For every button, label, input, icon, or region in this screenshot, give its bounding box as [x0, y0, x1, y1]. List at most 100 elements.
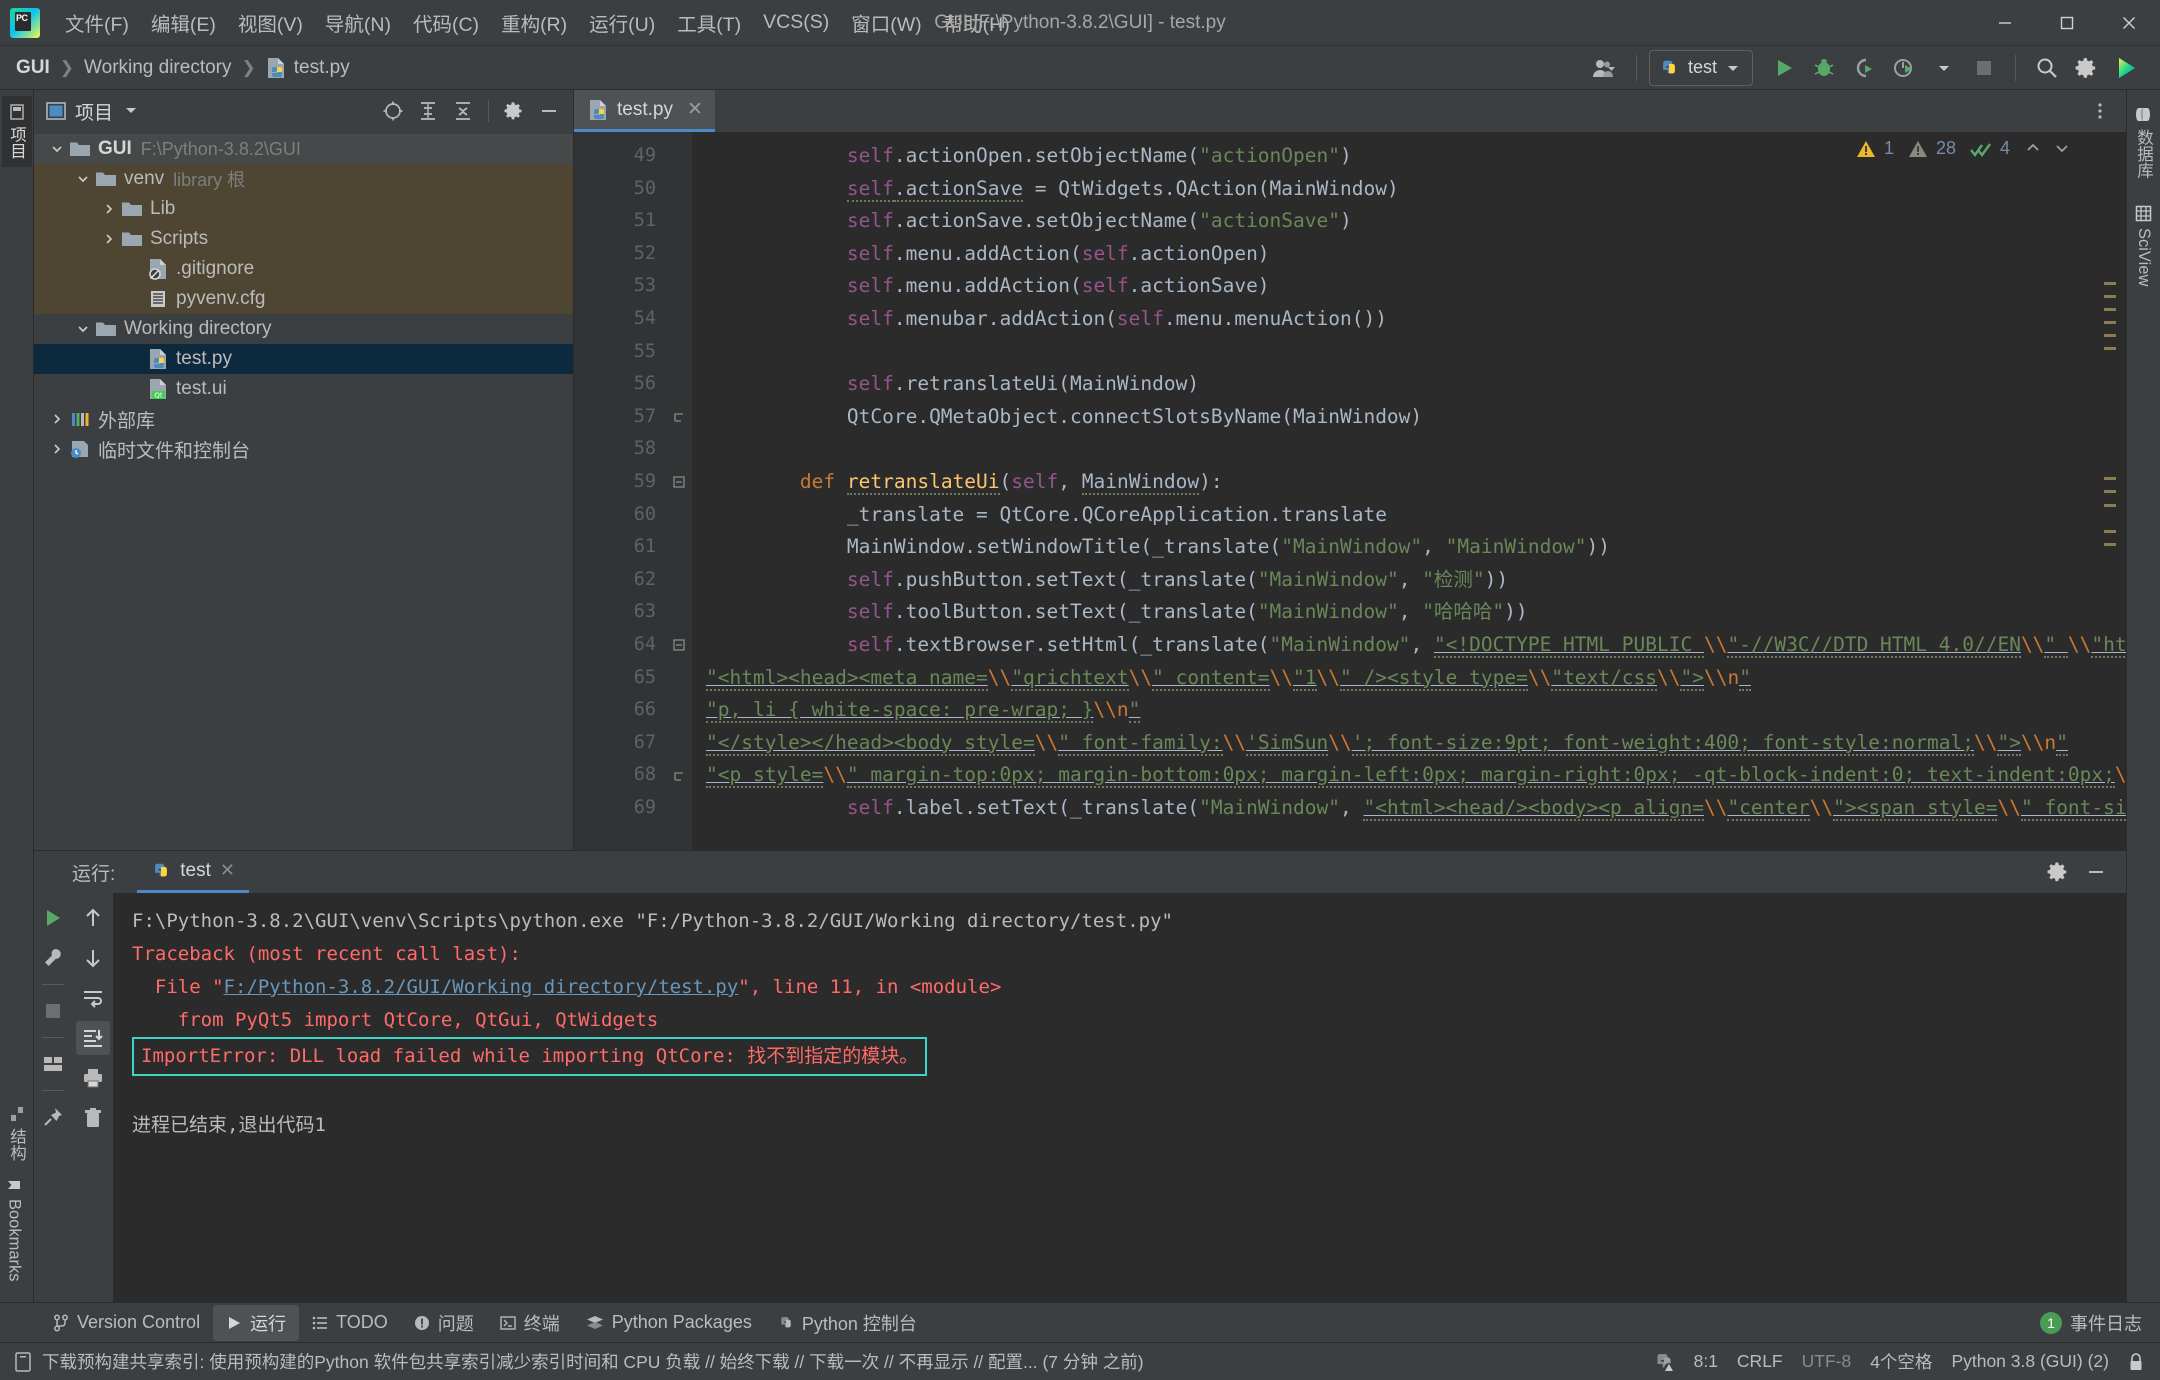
tree-expand-arrow[interactable] [72, 322, 94, 336]
caret-position[interactable]: 8:1 [1694, 1351, 1718, 1372]
code-line[interactable]: self.retranslateUi(MainWindow) [706, 368, 2126, 401]
tree-item-[interactable]: 外部库 [34, 404, 573, 434]
scroll-to-end-button[interactable] [75, 1021, 110, 1055]
code-line[interactable]: "<p style=\\" margin-top:0px; margin-bot… [706, 759, 2126, 792]
debug-button[interactable] [1805, 50, 1843, 86]
profile-button[interactable] [1885, 50, 1923, 86]
fold-marker[interactable] [666, 270, 692, 303]
clear-all-button[interactable] [76, 1101, 110, 1135]
python-interpreter-warning-icon[interactable] [1653, 1351, 1675, 1373]
fold-marker[interactable] [666, 759, 692, 792]
hide-panel-icon[interactable] [533, 96, 565, 126]
tree-expand-arrow[interactable] [46, 142, 68, 156]
menu-view[interactable]: 视图(V) [227, 4, 314, 41]
fold-marker[interactable] [666, 303, 692, 336]
show-console-button[interactable] [36, 1047, 70, 1081]
fold-marker[interactable] [666, 662, 692, 695]
run-button[interactable] [1765, 50, 1803, 86]
scroll-up-icon[interactable] [2025, 138, 2041, 159]
lock-icon[interactable] [2128, 1352, 2144, 1372]
traceback-file-link[interactable]: F:/Python-3.8.2/GUI/Working directory/te… [224, 976, 739, 998]
tree-expand-arrow[interactable] [98, 202, 120, 216]
panel-settings-gear-icon[interactable] [498, 96, 530, 126]
rail-item-project[interactable]: 项目 [1, 96, 32, 167]
fold-marker[interactable] [666, 466, 692, 499]
tool-window-[interactable]: 问题 [401, 1305, 487, 1341]
rerun-button[interactable] [36, 901, 70, 935]
code-folding-gutter[interactable] [666, 132, 692, 850]
account-icon[interactable] [1586, 50, 1624, 86]
close-tab-icon[interactable]: ✕ [687, 98, 703, 121]
editor-tab-test-py[interactable]: test.py ✕ [574, 90, 715, 132]
event-log-area[interactable]: 1 事件日志 [2040, 1310, 2160, 1336]
fold-marker[interactable] [666, 629, 692, 662]
rail-item-database[interactable]: 数据库 [2129, 98, 2159, 187]
code-line[interactable]: self.menu.addAction(self.actionSave) [706, 270, 2126, 303]
scroll-down-icon[interactable] [2054, 138, 2070, 159]
tree-item-workingdirectory[interactable]: Working directory [34, 314, 573, 344]
code-line[interactable]: self.actionSave.setObjectName("actionSav… [706, 205, 2126, 238]
scroll-down-stacktrace-button[interactable] [76, 941, 110, 975]
select-opened-file-icon[interactable] [377, 96, 409, 126]
tree-expand-arrow[interactable] [72, 172, 94, 186]
breadcrumb-project[interactable]: GUI [16, 57, 50, 79]
code-line[interactable]: "</style></head><body style=\\" font-fam… [706, 727, 2126, 760]
rail-item-bookmarks[interactable]: Bookmarks [2, 1169, 27, 1290]
code-content[interactable]: self.actionOpen.setObjectName("actionOpe… [692, 132, 2126, 850]
menu-run[interactable]: 运行(U) [578, 4, 666, 41]
python-interpreter[interactable]: Python 3.8 (GUI) (2) [1951, 1351, 2109, 1372]
tree-item-gitignore[interactable]: .gitignore [34, 254, 573, 284]
tree-item-gui[interactable]: GUI F:\Python-3.8.2\GUI [34, 134, 573, 164]
file-encoding[interactable]: UTF-8 [1802, 1351, 1852, 1372]
profile-dropdown-icon[interactable] [1925, 50, 1963, 86]
code-editor[interactable]: 49 50 51 52 53 54 55 56 57 58 59 60 61 62 63 64 65 66 67 68… [574, 132, 2126, 850]
tree-expand-arrow[interactable] [46, 442, 68, 456]
tree-item-scripts[interactable]: Scripts [34, 224, 573, 254]
hide-run-panel-icon[interactable] [2080, 857, 2112, 887]
code-line[interactable]: "p, li { white-space: pre-wrap; }\\n" [706, 694, 2126, 727]
fold-marker[interactable] [666, 499, 692, 532]
scroll-up-stacktrace-button[interactable] [76, 901, 110, 935]
code-line[interactable]: self.toolButton.setText(_translate("Main… [706, 596, 2126, 629]
line-separator[interactable]: CRLF [1737, 1351, 1783, 1372]
tool-window-python[interactable]: Python 控制台 [765, 1305, 930, 1341]
tree-item-[interactable]: 临时文件和控制台 [34, 434, 573, 464]
run-with-coverage-button[interactable] [1845, 50, 1883, 86]
code-line[interactable]: self.label.setText(_translate("MainWindo… [706, 792, 2126, 825]
run-settings-gear-icon[interactable] [2042, 857, 2074, 887]
expand-all-icon[interactable] [412, 96, 444, 126]
fold-marker[interactable] [666, 205, 692, 238]
edit-configuration-button[interactable] [36, 941, 70, 975]
menu-window[interactable]: 窗口(W) [840, 4, 932, 41]
tool-window-todo[interactable]: TODO [299, 1307, 401, 1338]
fold-marker[interactable] [666, 694, 692, 727]
rail-item-sciview[interactable]: SciView [2131, 197, 2156, 294]
menu-tools[interactable]: 工具(T) [666, 4, 752, 41]
project-tree[interactable]: GUI F:\Python-3.8.2\GUI venv library 根 Lib Sc… [34, 132, 573, 850]
code-line[interactable]: "<html><head><meta name=\\"qrichtext\\" … [706, 662, 2126, 695]
soft-wrap-button[interactable] [76, 981, 110, 1015]
stop-button[interactable] [1965, 50, 2003, 86]
tree-item-lib[interactable]: Lib [34, 194, 573, 224]
fold-marker[interactable] [666, 433, 692, 466]
fold-marker[interactable] [666, 173, 692, 206]
code-line[interactable] [706, 433, 2126, 466]
fold-marker[interactable] [666, 336, 692, 369]
code-line[interactable]: self.menu.addAction(self.actionOpen) [706, 238, 2126, 271]
status-message[interactable]: 下载预构建共享索引: 使用预构建的Python 软件包共享索引减少索引时间和 C… [42, 1349, 1144, 1374]
menu-edit[interactable]: 编辑(E) [140, 4, 227, 41]
tool-window-versioncontrol[interactable]: Version Control [40, 1307, 213, 1338]
fold-marker[interactable] [666, 140, 692, 173]
project-view-dropdown-icon[interactable] [124, 102, 138, 120]
updates-icon[interactable] [2108, 50, 2146, 86]
fold-marker[interactable] [666, 531, 692, 564]
breadcrumb-folder[interactable]: Working directory [84, 57, 231, 79]
pin-tab-button[interactable] [36, 1100, 70, 1134]
run-configuration-selector[interactable]: test [1648, 49, 1753, 86]
menu-refactor[interactable]: 重构(R) [490, 4, 578, 41]
run-tab-test[interactable]: test ✕ [137, 851, 249, 893]
fold-marker[interactable] [666, 238, 692, 271]
maximize-button[interactable] [2036, 0, 2098, 46]
fold-marker[interactable] [666, 401, 692, 434]
tree-expand-arrow[interactable] [98, 232, 120, 246]
